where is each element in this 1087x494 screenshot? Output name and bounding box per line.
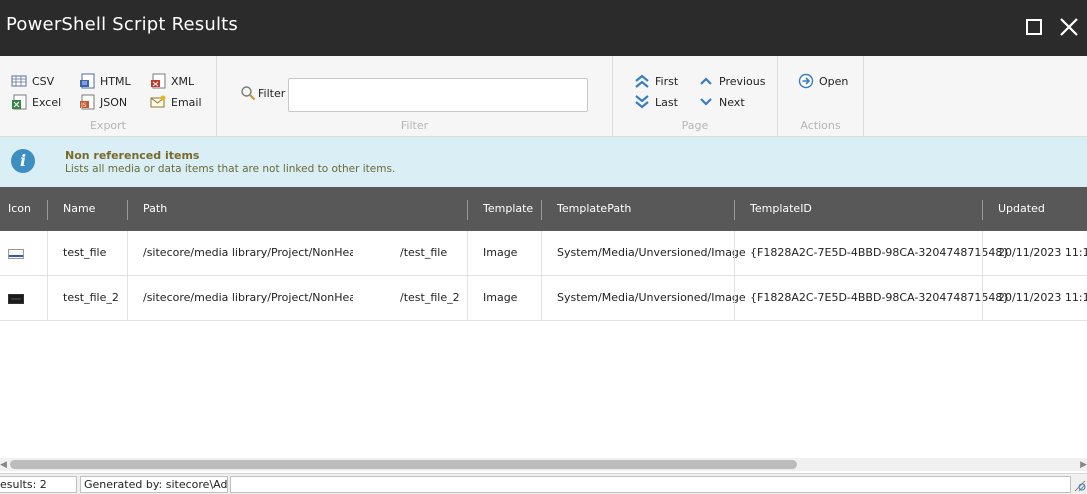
image-thumbnail-icon	[8, 294, 24, 304]
grid-header: Icon Name Path Template TemplatePath Tem…	[0, 187, 1087, 231]
close-icon	[1060, 18, 1078, 36]
first-label: First	[655, 74, 679, 88]
column-header-updated[interactable]: Updated	[998, 187, 1045, 231]
email-label: Email	[171, 95, 202, 109]
cell-templatepath: System/Media/Unversioned/Image	[557, 246, 746, 259]
cell-path-end: /test_file	[400, 246, 448, 259]
actions-group: Open Actions	[778, 56, 864, 137]
html-label: HTML	[100, 74, 131, 88]
cell-templateid: {F1828A2C-7E5D-4BBD-98CA-320474871548}	[750, 291, 1010, 304]
previous-page-button[interactable]: Previous	[698, 72, 766, 90]
column-header-templateid[interactable]: TemplateID	[750, 187, 812, 231]
actions-group-label: Actions	[800, 119, 841, 132]
cell-path-end: /test_file_2	[400, 291, 460, 304]
maximize-button[interactable]	[1022, 15, 1046, 39]
image-thumbnail-icon	[8, 249, 24, 259]
svg-text:JS: JS	[80, 102, 87, 109]
horizontal-scrollbar[interactable]: ◀ ▶	[0, 458, 1087, 471]
html-icon	[79, 73, 95, 89]
chevron-up-icon	[698, 73, 714, 89]
status-bar: esults: 2 Generated by: sitecore\Admin	[0, 473, 1087, 494]
table-row[interactable]: test_file /sitecore/media library/Projec…	[0, 231, 1087, 276]
cell-path: /sitecore/media library/Project/NonHeadl…	[143, 291, 353, 304]
previous-label: Previous	[719, 74, 766, 88]
filter-group-label: Filter	[400, 119, 429, 132]
scroll-right-arrow-icon[interactable]: ▶	[1080, 460, 1087, 470]
banner-title: Non referenced items	[65, 149, 200, 162]
xml-icon	[150, 73, 166, 89]
close-button[interactable]	[1057, 15, 1081, 39]
excel-label: Excel	[32, 95, 62, 109]
chevron-down-icon	[698, 94, 714, 110]
export-group: CSV Excel HTML JS JSON XML Email Export	[0, 56, 217, 137]
cell-templatepath: System/Media/Unversioned/Image	[557, 291, 746, 304]
table-row[interactable]: test_file_2 /sitecore/media library/Proj…	[0, 276, 1087, 321]
ribbon-toolbar: CSV Excel HTML JS JSON XML Email Export …	[0, 56, 1087, 137]
open-label: Open	[819, 74, 849, 88]
cell-updated: 20/11/2023 11:10:	[998, 291, 1087, 304]
csv-label: CSV	[32, 74, 55, 88]
email-icon	[150, 94, 166, 110]
results-grid: Icon Name Path Template TemplatePath Tem…	[0, 187, 1087, 321]
window-title: PowerShell Script Results	[6, 14, 238, 35]
cell-name: test_file_2	[63, 291, 119, 304]
banner-description: Lists all media or data items that are n…	[65, 163, 396, 175]
cell-template: Image	[483, 291, 518, 304]
cell-templateid: {F1828A2C-7E5D-4BBD-98CA-320474871548}	[750, 246, 1010, 259]
cell-template: Image	[483, 246, 518, 259]
page-group: First Last Previous Next Page	[613, 56, 778, 137]
export-group-label: Export	[89, 119, 126, 132]
resize-grip-icon[interactable]	[1071, 478, 1087, 492]
export-email-button[interactable]: Email	[150, 93, 202, 111]
next-label: Next	[719, 95, 745, 109]
page-group-label: Page	[681, 119, 709, 132]
export-xml-button[interactable]: XML	[150, 72, 194, 90]
excel-icon	[11, 94, 27, 110]
double-chevron-down-icon	[634, 94, 650, 110]
column-header-path[interactable]: Path	[143, 187, 167, 231]
filter-input[interactable]	[288, 78, 588, 112]
cell-name: test_file	[63, 246, 107, 259]
csv-icon	[11, 73, 27, 89]
column-header-icon[interactable]: Icon	[8, 187, 31, 231]
info-icon: i	[11, 149, 35, 173]
open-arrow-icon	[798, 73, 814, 89]
last-page-button[interactable]: Last	[634, 93, 678, 111]
info-banner: i Non referenced items Lists all media o…	[0, 137, 1087, 187]
scrollbar-thumb[interactable]	[10, 460, 797, 469]
json-icon: JS	[79, 94, 95, 110]
scroll-left-arrow-icon[interactable]: ◀	[0, 460, 7, 470]
results-count: esults: 2	[0, 476, 77, 493]
open-button[interactable]: Open	[798, 72, 848, 90]
column-header-name[interactable]: Name	[63, 187, 95, 231]
xml-label: XML	[171, 74, 195, 88]
export-csv-button[interactable]: CSV	[11, 72, 54, 90]
cell-path: /sitecore/media library/Project/NonHeadl…	[143, 246, 353, 259]
first-page-button[interactable]: First	[634, 72, 678, 90]
generated-by: Generated by: sitecore\Admin	[80, 476, 228, 493]
last-label: Last	[655, 95, 678, 109]
export-html-button[interactable]: HTML	[79, 72, 131, 90]
title-bar: PowerShell Script Results	[0, 0, 1087, 56]
search-icon	[240, 85, 256, 101]
maximize-icon	[1026, 19, 1042, 35]
filter-label-text: Filter	[258, 86, 286, 100]
filter-group: Filter Filter	[217, 56, 613, 137]
export-excel-button[interactable]: Excel	[11, 93, 61, 111]
filter-field-label: Filter	[240, 85, 285, 101]
next-page-button[interactable]: Next	[698, 93, 745, 111]
double-chevron-up-icon	[634, 73, 650, 89]
column-header-templatepath[interactable]: TemplatePath	[557, 187, 631, 231]
json-label: JSON	[100, 95, 128, 109]
cell-updated: 20/11/2023 11:10:	[998, 246, 1087, 259]
export-json-button[interactable]: JS JSON	[79, 93, 127, 111]
status-empty-panel	[230, 476, 1071, 493]
column-header-template[interactable]: Template	[483, 187, 533, 231]
